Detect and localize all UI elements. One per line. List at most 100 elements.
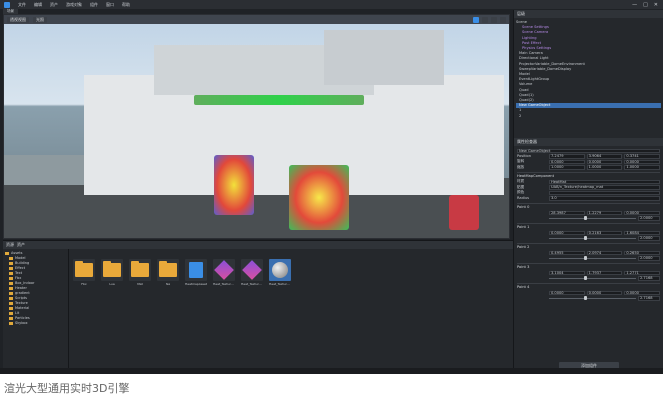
asset-label: Mat	[137, 282, 143, 286]
point-position-field[interactable]: 0.0000	[549, 230, 585, 235]
point-position-field[interactable]: 0.0000	[549, 290, 585, 295]
temperature-slider[interactable]	[549, 236, 636, 241]
menu-component[interactable]: 组件	[90, 2, 98, 8]
point-temperature-row: 2.0000	[517, 216, 660, 222]
inspector-panel: 属性检查器 New GameObject Position 7.2479 3.906…	[513, 138, 663, 374]
point-header[interactable]: Point 3	[517, 263, 660, 270]
point-position-field[interactable]: 28.3987	[549, 210, 585, 215]
temperature-slider[interactable]	[549, 276, 636, 281]
asset-label: Tex	[165, 282, 171, 286]
component-value-field[interactable]: UAB/n_Texture/heatmap_mat	[549, 185, 660, 190]
asset-item[interactable]: Tex	[157, 259, 179, 286]
transform-value-field[interactable]: 7.2479	[549, 154, 585, 159]
lighting-button[interactable]: 光照	[33, 16, 47, 23]
transform-value-field[interactable]: 0.0000	[624, 159, 661, 164]
effect-icon	[213, 259, 235, 281]
hierarchy-item[interactable]: 2	[516, 114, 661, 119]
menu-gameobject[interactable]: 游戏对象	[66, 2, 82, 8]
temperature-slider[interactable]	[549, 216, 636, 221]
viewport-toolbar: 透视视图 光照	[4, 15, 509, 24]
scene-viewport[interactable]: 透视视图 光照	[3, 14, 510, 239]
app-logo-icon	[4, 1, 10, 8]
rect-tool-icon[interactable]	[500, 16, 506, 23]
inspector-body: New GameObject Position 7.2479 3.9064 0.374…	[514, 146, 663, 303]
asset-item[interactable]: HeatmapAsset	[185, 259, 207, 286]
point-temperature-row: 2.7168	[517, 276, 660, 282]
maximize-icon[interactable]: □	[643, 2, 648, 8]
point-position-field[interactable]: 0.0000	[624, 210, 661, 215]
point-header[interactable]: Point 4	[517, 283, 660, 290]
inspector-header: 属性检查器	[514, 138, 663, 146]
temperature-field[interactable]: 2.0000	[638, 256, 660, 261]
project-folder[interactable]: Skybox	[5, 321, 66, 326]
menu-assets[interactable]: 资产	[50, 2, 58, 8]
transform-value-field[interactable]: 0.0000	[549, 159, 585, 164]
temperature-field[interactable]: 2.7168	[638, 296, 660, 301]
menu-help[interactable]: 帮助	[122, 2, 130, 8]
point-position-field[interactable]: 2.0974	[586, 250, 623, 255]
rotate-tool-icon[interactable]	[482, 16, 488, 23]
component-label: 颜色	[517, 190, 525, 195]
transform-value-field[interactable]: 3.9064	[586, 154, 623, 159]
asset-item[interactable]: Heat_Texture.dynamicCon	[213, 259, 235, 286]
temperature-slider[interactable]	[549, 296, 636, 301]
object-name-field[interactable]: New GameObject	[517, 148, 660, 153]
transform-value-field[interactable]: 1.0000	[586, 165, 623, 170]
close-icon[interactable]: ✕	[654, 2, 658, 8]
component-row: Radius 3.0	[517, 196, 660, 202]
asset-item[interactable]: Heat_Texture.dynamicCon2	[241, 259, 263, 286]
scene-tower	[324, 30, 444, 85]
move-tool-icon[interactable]	[473, 16, 479, 23]
window-controls: — □ ✕	[632, 2, 663, 8]
hierarchy-panel: 层级 Scene Scene Settings Scene Camera Lighti…	[513, 10, 663, 138]
point-position-field[interactable]: 1.7937	[586, 270, 623, 275]
menu-edit[interactable]: 编辑	[34, 2, 42, 8]
scale-tool-icon[interactable]	[491, 16, 497, 23]
tab-assets[interactable]: 资产	[17, 242, 25, 248]
component-value-field[interactable]: 3.0	[549, 196, 660, 201]
point-position-field[interactable]: 0.0000	[624, 290, 661, 295]
temperature-field[interactable]: 2.7168	[638, 276, 660, 281]
point-position-field[interactable]: 0.2163	[586, 230, 623, 235]
menu-file[interactable]: 文件	[18, 2, 26, 8]
asset-item[interactable]: Mat	[129, 259, 151, 286]
transform-row: Position 7.2479 3.9064 0.3741	[517, 154, 661, 160]
perspective-button[interactable]: 透视视图	[7, 16, 29, 23]
component-label: 贴图	[517, 184, 525, 189]
transform-value-field[interactable]: 0.3741	[624, 154, 661, 159]
tab-resources[interactable]: 资源	[6, 242, 14, 248]
point-position-field[interactable]: 0.0000	[586, 290, 623, 295]
point-header[interactable]: Point 2	[517, 243, 660, 250]
transform-value-field[interactable]: 1.0000	[624, 165, 661, 170]
menu-bar: 文件 编辑 资产 游戏对象 组件 窗口 帮助 — □ ✕	[0, 0, 663, 9]
transform-value-field[interactable]: 1.0000	[549, 165, 585, 170]
effect-icon	[241, 259, 263, 281]
temperature-field[interactable]: 2.0000	[638, 236, 660, 241]
transform-label: 缩放	[517, 164, 525, 169]
point-position-field[interactable]: 1.6084	[624, 230, 661, 235]
component-row: 颜色	[517, 190, 660, 196]
point-header[interactable]: Point 0	[517, 203, 660, 210]
transform-label: 旋转	[517, 159, 525, 164]
component-label: 材质	[517, 179, 525, 184]
folder-icon	[73, 259, 95, 281]
component-value-field[interactable]	[549, 190, 660, 195]
temperature-slider[interactable]	[549, 256, 636, 261]
minimize-icon[interactable]: —	[632, 2, 637, 8]
point-position-field[interactable]: 3.1004	[549, 270, 585, 275]
component-header[interactable]: HeatMapComponent	[517, 172, 660, 179]
point-header[interactable]: Point 1	[517, 223, 660, 230]
point-position-field[interactable]: 1.2279	[586, 210, 623, 215]
component-value-field[interactable]: HeatMat	[549, 179, 660, 184]
point-position-field[interactable]: 0.2650	[624, 250, 661, 255]
asset-item[interactable]: Lua	[101, 259, 123, 286]
point-position-field[interactable]: 1.2771	[624, 270, 661, 275]
transform-value-field[interactable]: 0.0000	[586, 159, 623, 164]
asset-item[interactable]: Heat_Texture.dynamicCon3	[269, 259, 291, 286]
inspector-title: 属性检查器	[517, 139, 537, 144]
page-caption: 渲光大型通用实时3D引擎	[4, 382, 130, 395]
point-position-field[interactable]: 0.4955	[549, 250, 585, 255]
temperature-field[interactable]: 2.0000	[638, 216, 660, 221]
asset-item[interactable]: Fbx	[73, 259, 95, 286]
menu-window[interactable]: 窗口	[106, 2, 114, 8]
